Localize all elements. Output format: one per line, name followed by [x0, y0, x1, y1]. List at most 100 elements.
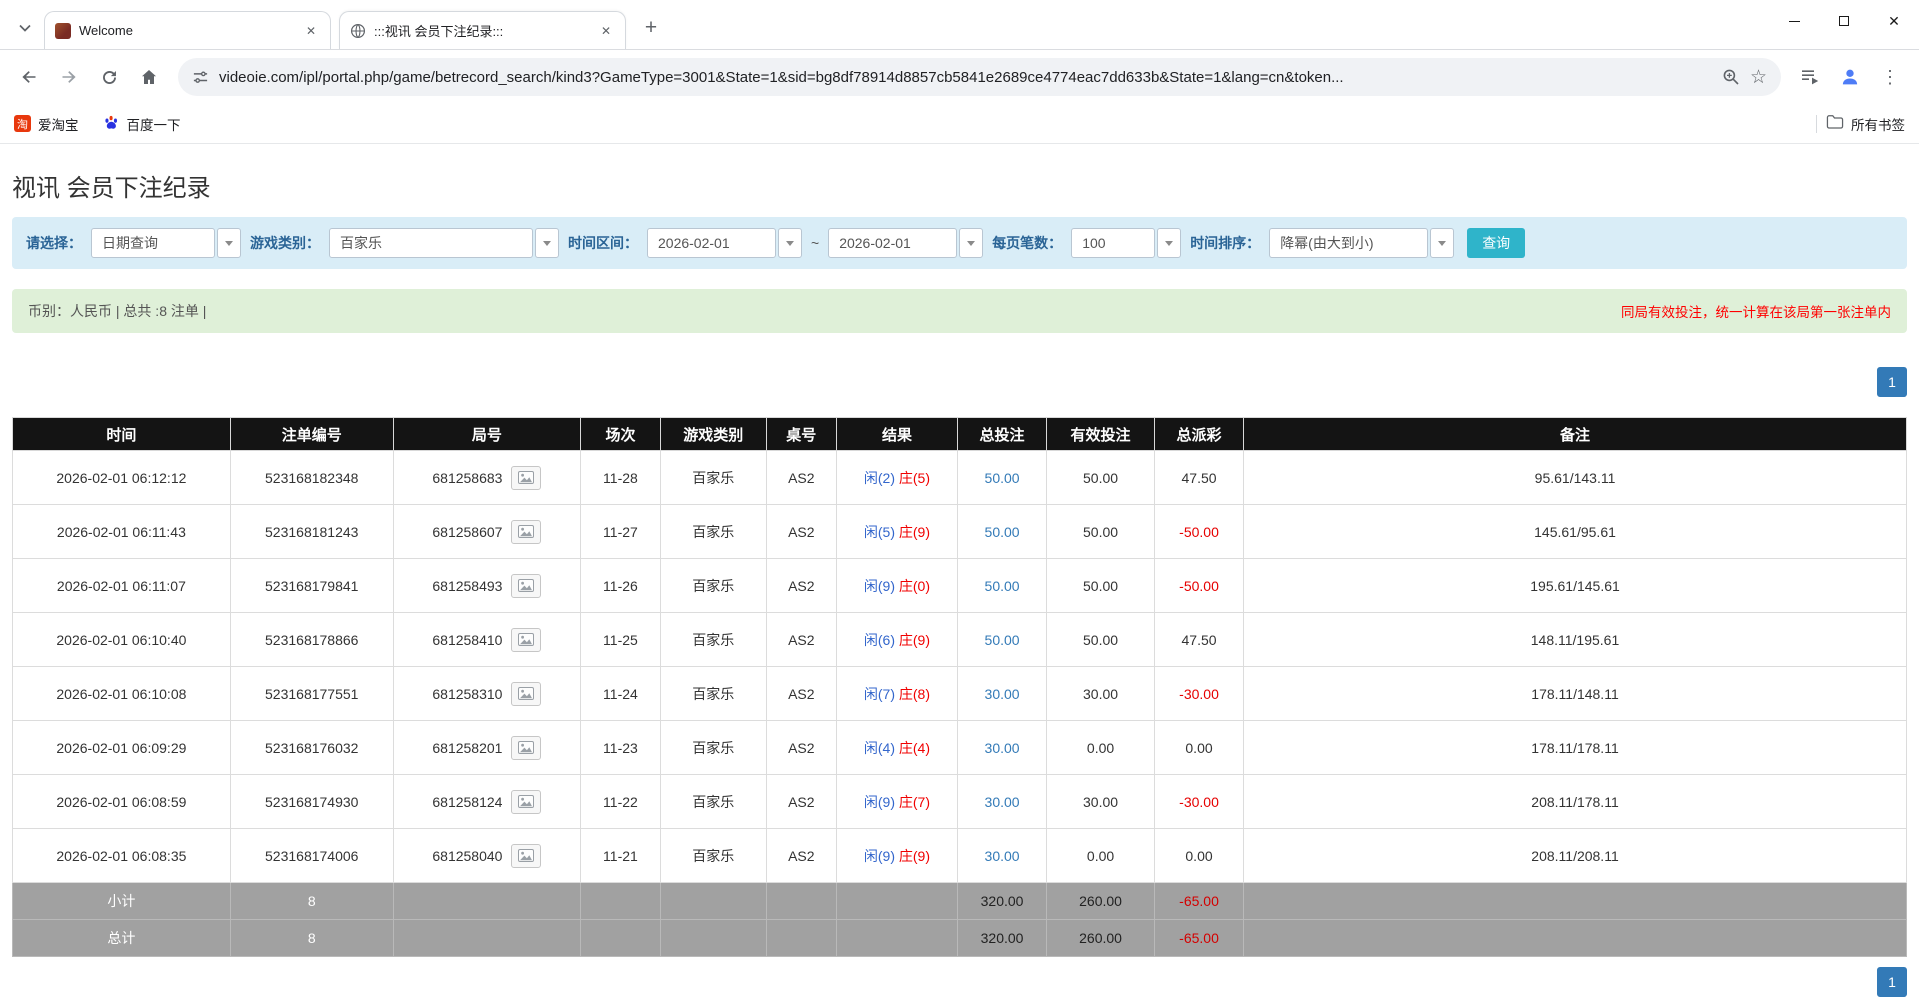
sort-order-select[interactable]: 降幂(由大到小)	[1269, 228, 1454, 258]
roadmap-button[interactable]	[511, 628, 541, 652]
cell-bet-id: 523168182348	[230, 451, 393, 505]
roadmap-button[interactable]	[511, 790, 541, 814]
payout-value: -30.00	[1179, 686, 1219, 702]
summary-notice: 同局有效投注，统一计算在该局第一张注单内	[1621, 301, 1891, 321]
currency-summary: 币别：人民币 | 总共 :8 注单 |	[28, 301, 206, 321]
total-bet-link[interactable]: 50.00	[985, 578, 1020, 594]
total-bet-link[interactable]: 50.00	[985, 524, 1020, 540]
total-bet-link[interactable]: 30.00	[985, 794, 1020, 810]
home-button[interactable]	[130, 58, 168, 96]
total-bet-link[interactable]: 50.00	[985, 470, 1020, 486]
forward-icon	[59, 67, 79, 87]
cell-time: 2026-02-01 06:11:07	[13, 559, 231, 613]
chevron-down-icon[interactable]	[535, 228, 559, 258]
tab-search-button[interactable]	[10, 13, 40, 43]
bookmark-aitaobao[interactable]: 淘 爱淘宝	[14, 114, 79, 134]
roadmap-button[interactable]	[511, 574, 541, 598]
date-separator: ~	[811, 235, 819, 251]
total-bet-link[interactable]: 30.00	[985, 740, 1020, 756]
round-id: 681258607	[432, 524, 502, 540]
payout-value: -30.00	[1179, 794, 1219, 810]
cell-round: 681258310	[393, 667, 581, 721]
game-type-select[interactable]: 百家乐	[329, 228, 559, 258]
col-header-bet-id: 注单编号	[230, 418, 393, 451]
refresh-button[interactable]	[90, 58, 128, 96]
col-header-time: 时间	[13, 418, 231, 451]
payout-value: 47.50	[1182, 632, 1217, 648]
cell-time: 2026-02-01 06:08:59	[13, 775, 231, 829]
globe-icon	[350, 23, 366, 39]
zoom-icon[interactable]	[1722, 68, 1740, 86]
date-to-select[interactable]: 2026-02-01	[828, 228, 983, 258]
round-id: 681258201	[432, 740, 502, 756]
chevron-down-icon[interactable]	[217, 228, 241, 258]
date-from-select[interactable]: 2026-02-01	[647, 228, 802, 258]
result-banker: 庄(9)	[899, 632, 930, 648]
maximize-button[interactable]	[1819, 0, 1869, 42]
roadmap-button[interactable]	[511, 466, 541, 490]
total-bet-link[interactable]: 30.00	[985, 686, 1020, 702]
cell-round: 681258493	[393, 559, 581, 613]
result-player: 闲(6)	[864, 632, 895, 648]
roadmap-button[interactable]	[511, 844, 541, 868]
cell-payout: 47.50	[1155, 613, 1244, 667]
chevron-down-icon[interactable]	[1430, 228, 1454, 258]
tab-strip: Welcome ✕ :::视讯 会员下注纪录::: ✕ + ✕	[0, 0, 1919, 50]
bookmark-star-icon[interactable]: ☆	[1750, 68, 1767, 87]
bookmark-baidu[interactable]: 百度一下	[103, 114, 181, 134]
cell-bet-id: 523168177551	[230, 667, 393, 721]
cell-time: 2026-02-01 06:11:43	[13, 505, 231, 559]
cell-total-bet: 30.00	[958, 775, 1047, 829]
url-bar[interactable]: videoie.com/ipl/portal.php/game/betrecor…	[178, 58, 1781, 96]
cell-valid-bet: 30.00	[1047, 775, 1155, 829]
cell-result: 闲(9) 庄(7)	[836, 775, 957, 829]
bet-table-body: 2026-02-01 06:12:12523168182348681258683…	[13, 451, 1907, 883]
chevron-down-icon[interactable]	[778, 228, 802, 258]
search-button[interactable]: 查询	[1467, 228, 1525, 258]
total-valid-bet: 260.00	[1047, 920, 1155, 957]
chevron-down-icon[interactable]	[1157, 228, 1181, 258]
site-info-icon[interactable]	[192, 69, 209, 86]
per-page-value: 100	[1071, 228, 1155, 258]
image-icon	[518, 795, 534, 808]
minimize-button[interactable]	[1769, 0, 1819, 42]
pagination-page-1[interactable]: 1	[1877, 967, 1907, 997]
date-to-value: 2026-02-01	[828, 228, 957, 258]
menu-icon[interactable]: ⋮	[1871, 58, 1909, 96]
media-controls-button[interactable]	[1791, 58, 1829, 96]
payout-value: -50.00	[1179, 578, 1219, 594]
chevron-down-icon[interactable]	[959, 228, 983, 258]
forward-button[interactable]	[50, 58, 88, 96]
query-type-select[interactable]: 日期查询	[91, 228, 241, 258]
col-header-round: 局号	[393, 418, 581, 451]
taobao-icon: 淘	[14, 115, 31, 132]
total-bet-link[interactable]: 30.00	[985, 848, 1020, 864]
cell-note: 95.61/143.11	[1244, 451, 1907, 505]
new-tab-button[interactable]: +	[636, 13, 666, 43]
close-button[interactable]: ✕	[1869, 0, 1919, 42]
tab-close-icon[interactable]: ✕	[302, 22, 320, 40]
profile-button[interactable]	[1831, 58, 1869, 96]
roadmap-button[interactable]	[511, 736, 541, 760]
all-bookmarks-button[interactable]: 所有书签	[1826, 114, 1905, 134]
cell-time: 2026-02-01 06:10:08	[13, 667, 231, 721]
cell-valid-bet: 50.00	[1047, 505, 1155, 559]
col-header-valid-bet: 有效投注	[1047, 418, 1155, 451]
tab-welcome[interactable]: Welcome ✕	[44, 11, 331, 49]
cell-note: 208.11/178.11	[1244, 775, 1907, 829]
tab-betrecord[interactable]: :::视讯 会员下注纪录::: ✕	[339, 11, 626, 49]
total-bet-link[interactable]: 50.00	[985, 632, 1020, 648]
subtotal-count: 8	[230, 883, 393, 920]
tab-close-icon[interactable]: ✕	[597, 22, 615, 40]
back-button[interactable]	[10, 58, 48, 96]
pagination-page-1[interactable]: 1	[1877, 367, 1907, 397]
cell-total-bet: 50.00	[958, 559, 1047, 613]
roadmap-button[interactable]	[511, 682, 541, 706]
per-page-select[interactable]: 100	[1071, 228, 1181, 258]
window-controls: ✕	[1769, 0, 1919, 42]
cell-session: 11-22	[581, 775, 661, 829]
cell-result: 闲(7) 庄(8)	[836, 667, 957, 721]
roadmap-button[interactable]	[511, 520, 541, 544]
summary-bar: 币别：人民币 | 总共 :8 注单 | 同局有效投注，统一计算在该局第一张注单内	[12, 289, 1907, 333]
filter-label-game-type: 游戏类别：	[250, 233, 320, 253]
